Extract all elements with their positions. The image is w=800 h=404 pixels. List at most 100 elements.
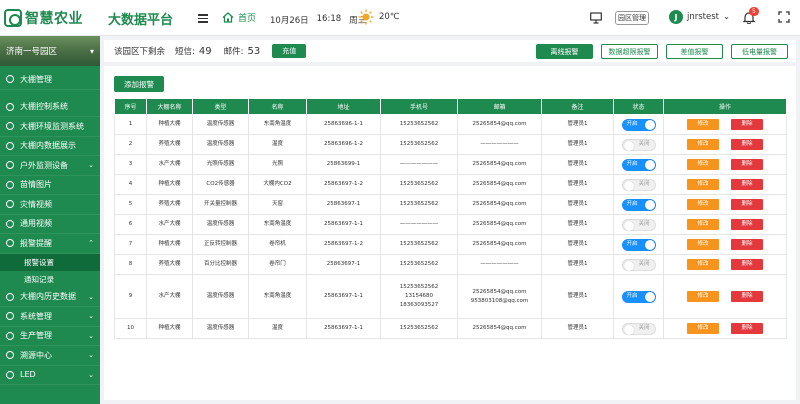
col-header: 类型 <box>192 98 249 115</box>
cell-no: 2 <box>114 134 147 155</box>
cell-note: 管理员1 <box>541 254 614 275</box>
park-manage-button[interactable]: 园区管理 <box>615 11 649 25</box>
sidebar-subitem-notify-records[interactable]: 通知记录 <box>0 271 100 288</box>
user-menu[interactable]: J jnrstest ⌄ <box>669 10 730 24</box>
delete-button[interactable]: 删除 <box>731 139 763 150</box>
toggle-knob <box>623 260 634 271</box>
delete-button[interactable]: 删除 <box>731 219 763 230</box>
menu-toggle-icon[interactable] <box>198 14 208 23</box>
toggle-knob <box>644 291 655 302</box>
cell-type: 温度传感器 <box>192 318 249 339</box>
sidebar-item-label: 大棚内数据展示 <box>20 141 76 151</box>
sidebar-item-production[interactable]: 生产管理 ⌄ <box>0 327 100 346</box>
notification-bell[interactable]: 5 <box>742 7 759 25</box>
status-toggle[interactable]: 关闭 <box>621 258 656 271</box>
delete-button[interactable]: 删除 <box>731 291 763 302</box>
table-row: 5 养殖大棚 开关量控制器 天窗 25863697-1 15253652562 252658… <box>114 194 787 215</box>
delete-button[interactable]: 删除 <box>731 179 763 190</box>
cell-status: 开启 <box>613 114 664 135</box>
status-toggle[interactable]: 关闭 <box>621 322 656 335</box>
sidebar-subitem-alarm-settings[interactable]: 报警设置 <box>0 253 100 271</box>
edit-button[interactable]: 修改 <box>687 259 719 270</box>
cell-shed: 水产大棚 <box>146 274 193 319</box>
chevron-up-icon: ⌃ <box>88 239 94 248</box>
add-alarm-button[interactable]: 添加报警 <box>114 76 164 92</box>
edit-button[interactable]: 修改 <box>687 219 719 230</box>
edit-button[interactable]: 修改 <box>687 239 719 250</box>
datetime: 10月26日 16:18 周三 <box>270 14 366 26</box>
delete-button[interactable]: 删除 <box>731 323 763 334</box>
sidebar-item-system[interactable]: 系统管理 ⌄ <box>0 307 100 327</box>
edit-button[interactable]: 修改 <box>687 159 719 170</box>
monitor-icon[interactable] <box>590 12 602 24</box>
chevron-down-icon: ⌄ <box>88 370 94 379</box>
sidebar-item-trace[interactable]: 溯源中心 ⌄ <box>0 346 100 366</box>
logo[interactable]: 智慧农业 <box>4 7 104 29</box>
chevron-down-icon: ⌄ <box>88 292 94 301</box>
sidebar-item-outdoor-devices[interactable]: 户外监测设备 ⌄ <box>0 156 100 176</box>
status-toggle[interactable]: 关闭 <box>621 218 656 231</box>
status-toggle[interactable]: 开启 <box>621 158 656 171</box>
photo-icon <box>6 180 14 189</box>
status-toggle[interactable]: 开启 <box>621 198 656 211</box>
sidebar-item-label: 大棚控制系统 <box>20 102 68 112</box>
sidebar-item-shed-control[interactable]: 大棚控制系统 <box>0 98 100 117</box>
status-toggle[interactable]: 开启 <box>621 238 656 251</box>
sun-icon <box>358 9 374 25</box>
cell-actions: 修改 删除 <box>663 254 787 275</box>
toggle-knob <box>623 180 634 191</box>
status-toggle[interactable]: 关闭 <box>621 178 656 191</box>
cell-addr: 25863696-1-2 <box>306 134 381 155</box>
table-row: 1 种植大棚 温度传感器 东南角温度 25863696-1-1 15253652562 25… <box>114 114 787 135</box>
delete-button[interactable]: 删除 <box>731 199 763 210</box>
status-toggle[interactable]: 开启 <box>621 290 656 303</box>
tab-overlimit-alarm[interactable]: 数据超限报警 <box>601 44 658 59</box>
cell-email: 25265854@qq.com <box>457 154 542 175</box>
delete-button[interactable]: 删除 <box>731 159 763 170</box>
cell-shed: 种植大棚 <box>146 174 193 195</box>
delete-button[interactable]: 删除 <box>731 119 763 130</box>
edit-button[interactable]: 修改 <box>687 139 719 150</box>
park-selector[interactable]: 济南一号园区 ▾ <box>0 36 100 66</box>
sidebar-item-disaster-video[interactable]: 灾情视频 <box>0 195 100 215</box>
edit-button[interactable]: 修改 <box>687 291 719 302</box>
sidebar-item-led[interactable]: LED ⌄ <box>0 366 100 385</box>
top-header: 智慧农业 大数据平台 首页 10月26日 16:18 周三 20℃ 园区管理 J… <box>0 0 800 36</box>
recharge-button[interactable]: 充值 <box>272 44 307 58</box>
sidebar-item-data-display[interactable]: 大棚内数据展示 <box>0 137 100 156</box>
delete-button[interactable]: 删除 <box>731 239 763 250</box>
table-row: 4 种植大棚 CO2传感器 大棚内CO2 25863697-1-2 15253652562… <box>114 174 787 195</box>
cell-email: 25265854@qq.com <box>457 194 542 215</box>
cell-no: 6 <box>114 214 147 235</box>
tab-low-battery-alarm[interactable]: 低电量报警 <box>731 44 788 59</box>
chevron-down-icon: ⌄ <box>723 12 731 22</box>
col-header: 状态 <box>613 98 664 115</box>
cell-status: 关闭 <box>613 134 664 155</box>
home-link[interactable]: 首页 <box>222 11 256 24</box>
cell-email: 25265854@qq.com <box>457 214 542 235</box>
sidebar-item-history-data[interactable]: 大棚内历史数据 ⌄ <box>0 288 100 307</box>
status-toggle[interactable]: 开启 <box>621 118 656 131</box>
cell-type: 百分比控制器 <box>192 254 249 275</box>
sidebar-item-label: 系统管理 <box>20 311 52 321</box>
sidebar-item-seedling-photos[interactable]: 苗情图片 <box>0 176 100 195</box>
edit-button[interactable]: 修改 <box>687 199 719 210</box>
cell-note: 管理员1 <box>541 274 614 319</box>
tab-diff-alarm[interactable]: 差值报警 <box>666 44 723 59</box>
cell-note: 管理员1 <box>541 154 614 175</box>
delete-button[interactable]: 删除 <box>731 259 763 270</box>
tab-offline-alarm[interactable]: 离线报警 <box>536 44 593 59</box>
toggle-knob <box>644 239 655 250</box>
sidebar-item-alarm[interactable]: 报警提醒 ⌃ <box>0 234 100 254</box>
status-toggle[interactable]: 关闭 <box>621 138 656 151</box>
sidebar-item-env-monitor[interactable]: 大棚环境监测系统 <box>0 117 100 137</box>
edit-button[interactable]: 修改 <box>687 323 719 334</box>
sidebar-item-shed-manage[interactable]: 大棚管理 <box>0 70 100 90</box>
alarm-table: 序号 大棚名称 类型 名称 地址 手机号 邮箱 备注 状态 操作 1 种植大棚 温度… <box>114 98 787 339</box>
expand-icon[interactable] <box>778 11 790 23</box>
data-icon <box>6 141 14 150</box>
sidebar-item-general-video[interactable]: 通用视频 <box>0 215 100 234</box>
edit-button[interactable]: 修改 <box>687 119 719 130</box>
edit-button[interactable]: 修改 <box>687 179 719 190</box>
cell-email: 25265854@qq.com <box>457 114 542 135</box>
